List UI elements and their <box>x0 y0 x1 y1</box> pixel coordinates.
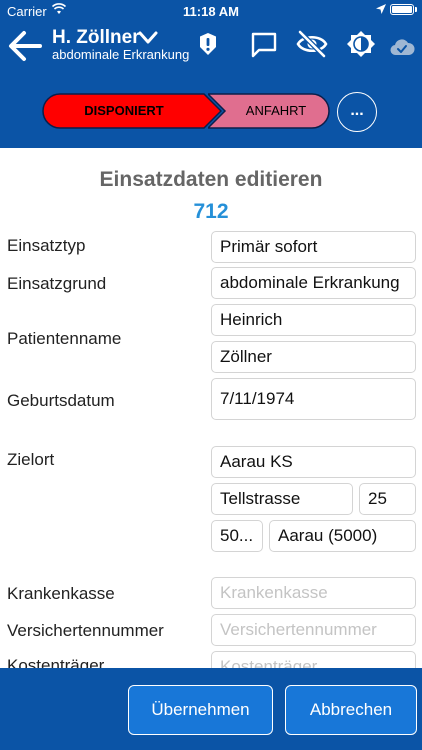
chevron-down-icon[interactable] <box>138 30 158 46</box>
einsatztyp-field[interactable]: Primär sofort <box>211 231 416 263</box>
status-current-label: DISPONIERT <box>84 103 164 118</box>
plz-field[interactable]: 50... <box>211 520 263 552</box>
chat-icon[interactable] <box>250 30 278 58</box>
status-next-label: ANFAHRT <box>245 103 307 118</box>
bottom-action-bar: Übernehmen Abbrechen <box>0 668 422 750</box>
brightness-icon[interactable] <box>346 30 376 58</box>
clock-time: 11:18 AM <box>183 4 239 19</box>
label-einsatztyp: Einsatztyp <box>7 236 86 255</box>
label-krankenkasse: Krankenkasse <box>7 584 115 603</box>
label-geburtsdatum: Geburtsdatum <box>7 391 115 410</box>
back-arrow-icon[interactable] <box>8 30 44 62</box>
eye-off-icon[interactable] <box>296 30 328 58</box>
accept-button[interactable]: Übernehmen <box>128 685 273 735</box>
nachname-field[interactable]: Zöllner <box>211 341 416 373</box>
diagnosis-subtitle: abdominale Erkrankung <box>52 47 190 62</box>
label-kostentraeger: Kostenträger <box>7 656 105 668</box>
krankenkasse-input[interactable]: Krankenkasse <box>211 577 416 609</box>
app-header: Carrier 11:18 AM H. Zöllner abdominale E… <box>0 0 422 148</box>
hausnummer-field[interactable]: 25 <box>359 483 416 515</box>
label-versichertennummer: Versichertennummer <box>7 621 164 640</box>
cloud-check-icon[interactable] <box>389 33 415 61</box>
form-title: Einsatzdaten editieren <box>99 168 323 191</box>
label-zielort: Zielort <box>7 450 55 469</box>
strasse-field[interactable]: Tellstrasse <box>211 483 353 515</box>
alert-icon[interactable] <box>196 30 220 58</box>
versichertennummer-input[interactable]: Versichertennummer <box>211 614 416 646</box>
battery-icon <box>390 4 414 15</box>
form-scroll-area[interactable]: Einsatzdaten editieren 712 Einsatztyp Pr… <box>0 148 422 668</box>
kostentraeger-input[interactable]: Kostenträger <box>211 651 416 668</box>
patient-name-title[interactable]: H. Zöllner <box>52 27 140 49</box>
einsatzgrund-field[interactable]: abdominale Erkrankung <box>211 267 416 299</box>
status-bar: Carrier 11:18 AM <box>0 0 422 22</box>
ort-field[interactable]: Aarau (5000) <box>269 520 416 552</box>
location-icon <box>376 4 386 14</box>
cancel-button[interactable]: Abbrechen <box>285 685 417 735</box>
mission-number: 712 <box>193 200 229 223</box>
label-einsatzgrund: Einsatzgrund <box>7 274 107 293</box>
vorname-field[interactable]: Heinrich <box>211 304 416 336</box>
zielort-name-field[interactable]: Aarau KS <box>211 446 416 478</box>
battery-tip <box>415 7 417 12</box>
label-patientenname: Patientenname <box>7 329 122 348</box>
geburtsdatum-field[interactable]: 7/11/1974 <box>211 378 416 420</box>
more-button[interactable]: ... <box>337 92 377 132</box>
